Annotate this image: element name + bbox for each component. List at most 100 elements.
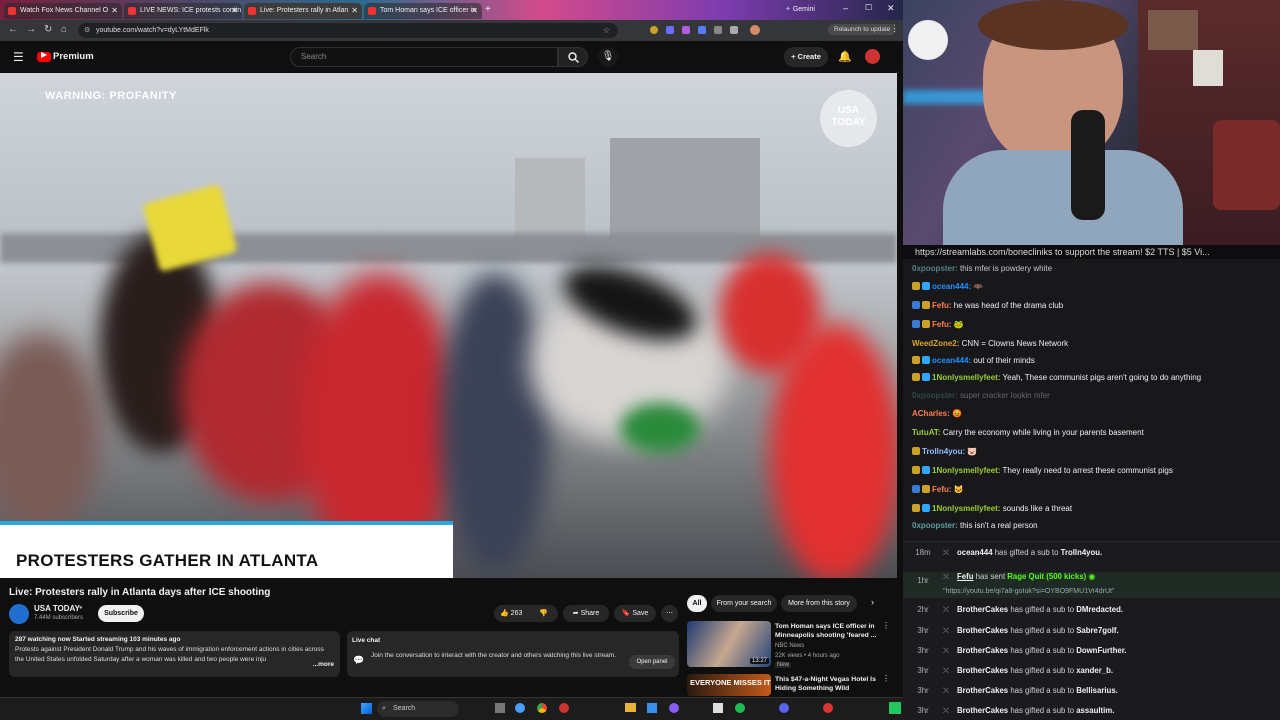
live-chat-text: Join the conversation to interact with t… — [371, 652, 616, 659]
chevron-right-icon[interactable]: › — [871, 597, 874, 607]
verified-badge-icon — [922, 373, 930, 381]
usa-today-watermark: USA TODAY — [820, 90, 877, 147]
tab-protesters-rally[interactable]: Live: Protesters rally in Atlan ✕ — [244, 3, 362, 19]
gift-sub-icon: ⛌ — [943, 646, 949, 655]
save-button[interactable]: 🔖 Save — [614, 605, 656, 622]
recommended-video[interactable]: EVERYONE MISSES IT This $47-a-Night Vega… — [687, 674, 892, 696]
app-icon[interactable] — [669, 703, 679, 713]
live-chat-title: Live chat — [352, 637, 381, 644]
extension-icon[interactable] — [666, 26, 674, 34]
subscriber-count: 7.44M subscribers — [34, 615, 84, 621]
bookmark-star-icon[interactable]: ☆ — [603, 23, 610, 38]
chat-message: 1Nonlysmellyfeet: They really need to ar… — [912, 466, 1173, 475]
account-avatar[interactable] — [865, 49, 880, 64]
extension-icon[interactable] — [698, 26, 706, 34]
browser-tab-bar: Watch Fox News Channel O ✕ LIVE NEWS: ICE… — [0, 0, 903, 20]
close-tab-icon[interactable]: ✕ — [231, 3, 238, 18]
forward-icon[interactable]: → — [26, 24, 36, 35]
chat-message: ACharles: 😡 — [912, 409, 962, 418]
share-button[interactable]: ➦ Share — [563, 605, 609, 622]
create-button[interactable]: + Create — [784, 47, 828, 67]
new-tab-icon[interactable]: + — [485, 4, 491, 15]
chat-message: TutuAT: Carry the economy while living i… — [912, 428, 1144, 437]
search-button[interactable] — [558, 47, 588, 67]
like-button[interactable]: 👍 263 — [500, 610, 522, 617]
chrome-icon[interactable] — [537, 703, 547, 713]
steam-icon[interactable] — [647, 703, 657, 713]
app-icon[interactable] — [823, 703, 833, 713]
filter-more-from-this-story[interactable]: More from this story — [781, 595, 857, 612]
youtube-favicon-icon — [368, 7, 376, 15]
chat-bubble-icon: 💬 — [353, 655, 365, 665]
video-player[interactable]: WARNING: PROFANITY USA TODAY PROTESTERS … — [0, 73, 897, 578]
extension-icon[interactable] — [714, 26, 722, 34]
gemini-button[interactable]: ✦ Gemini — [785, 5, 815, 13]
sub-badge-icon — [912, 356, 920, 364]
toy-figure — [908, 20, 948, 60]
tab-live-news[interactable]: LIVE NEWS: ICE protests contin ✕ — [124, 3, 242, 19]
browser-menu-icon[interactable]: ⋮ — [890, 23, 899, 34]
extension-icon[interactable] — [682, 26, 690, 34]
open-panel-button[interactable]: Open panel — [629, 655, 675, 669]
channel-avatar[interactable] — [9, 604, 29, 624]
subscribe-button[interactable]: Subscribe — [98, 605, 144, 622]
spotify-icon[interactable] — [735, 703, 745, 713]
recommended-meta: 22K views • 4 hours ago — [775, 653, 840, 659]
search-input[interactable]: Search — [290, 47, 558, 67]
edge-icon[interactable] — [515, 703, 525, 713]
event-link[interactable]: "https://youtu.be/qi7a8-goIuk?si=OYBO9FM… — [943, 588, 1114, 595]
app-icon[interactable] — [713, 703, 723, 713]
chat-message: WeedZone2: CNN = Clowns News Network — [912, 339, 1069, 348]
chat-message: Trolln4you: 🐷 — [912, 447, 977, 456]
more-vertical-icon[interactable]: ⋮ — [882, 621, 890, 630]
description-box[interactable]: 287 watching now Started streaming 103 m… — [9, 631, 340, 677]
close-tab-icon[interactable]: ✕ — [471, 3, 478, 18]
thumbs-down-icon: 👎 — [539, 610, 548, 617]
close-window-icon[interactable]: ✕ — [887, 3, 895, 14]
gift-sub-icon: ⛌ — [943, 548, 949, 557]
maximize-icon[interactable]: ☐ — [865, 3, 872, 12]
more-actions-button[interactable]: ⋯ — [661, 605, 678, 622]
back-icon[interactable]: ← — [8, 24, 18, 35]
more-link[interactable]: ...more — [309, 660, 334, 670]
file-explorer-icon[interactable] — [625, 703, 636, 712]
tab-fox-news[interactable]: Watch Fox News Channel O ✕ — [4, 3, 122, 19]
close-tab-icon[interactable]: ✕ — [351, 3, 358, 18]
sub-badge-icon — [912, 373, 920, 381]
description-text: Protests against President Donald Trump … — [15, 646, 324, 663]
filter-from-your-search[interactable]: From your search — [711, 595, 777, 612]
bookmark-icon: 🔖 — [621, 610, 633, 617]
relaunch-button[interactable]: Relaunch to update — [828, 24, 897, 35]
windows-start-icon[interactable] — [361, 703, 372, 714]
filter-all[interactable]: All — [687, 595, 707, 612]
extension-icon[interactable] — [650, 26, 658, 34]
profile-avatar-icon[interactable] — [750, 25, 760, 35]
channel-name[interactable]: USA TODAY — [34, 604, 80, 613]
recommended-video[interactable]: 13:27 Tom Homan says ICE officer in Minn… — [687, 621, 892, 669]
home-icon[interactable]: ⌂ — [61, 24, 67, 35]
notifications-bell-icon[interactable]: 🔔 — [838, 50, 852, 63]
hamburger-menu-icon[interactable]: ☰ — [13, 50, 24, 64]
taskbar-search[interactable]: ⌕ Search — [377, 701, 459, 717]
chat-message: 1Nonlysmellyfeet: sounds like a threat — [912, 504, 1072, 513]
youtube-favicon-icon — [128, 7, 136, 15]
dislike-button[interactable]: 👎 — [539, 605, 548, 622]
minimize-icon[interactable]: – — [843, 3, 848, 13]
chat-message: ocean444: 🦇 — [912, 282, 983, 291]
address-bar[interactable]: ⚙ youtube.com/watch?v=dyLYtMdEFlk ☆ — [78, 23, 618, 38]
tab-tom-homan[interactable]: Tom Homan says ICE officer in ✕ — [364, 3, 482, 19]
event-row-highlighted: 1hr ⛌ Fefu has sent Rage Quit (500 kicks) … — [903, 572, 1280, 598]
discord-icon[interactable] — [779, 703, 789, 713]
voice-search-icon[interactable]: 🎙 — [598, 47, 618, 67]
task-view-icon[interactable] — [495, 703, 505, 713]
close-tab-icon[interactable]: ✕ — [111, 3, 118, 18]
thumbs-up-icon: 👍 — [500, 610, 511, 617]
extensions-puzzle-icon[interactable] — [730, 26, 738, 34]
site-info-icon[interactable]: ⚙ — [84, 23, 90, 38]
mouse-cursor-icon: ➚ — [35, 566, 44, 577]
reload-icon[interactable]: ↻ — [44, 24, 52, 35]
more-vertical-icon[interactable]: ⋮ — [882, 674, 890, 683]
gift-sub-icon: ⛌ — [943, 706, 949, 715]
app-icon[interactable] — [889, 702, 901, 714]
app-icon[interactable] — [559, 703, 569, 713]
